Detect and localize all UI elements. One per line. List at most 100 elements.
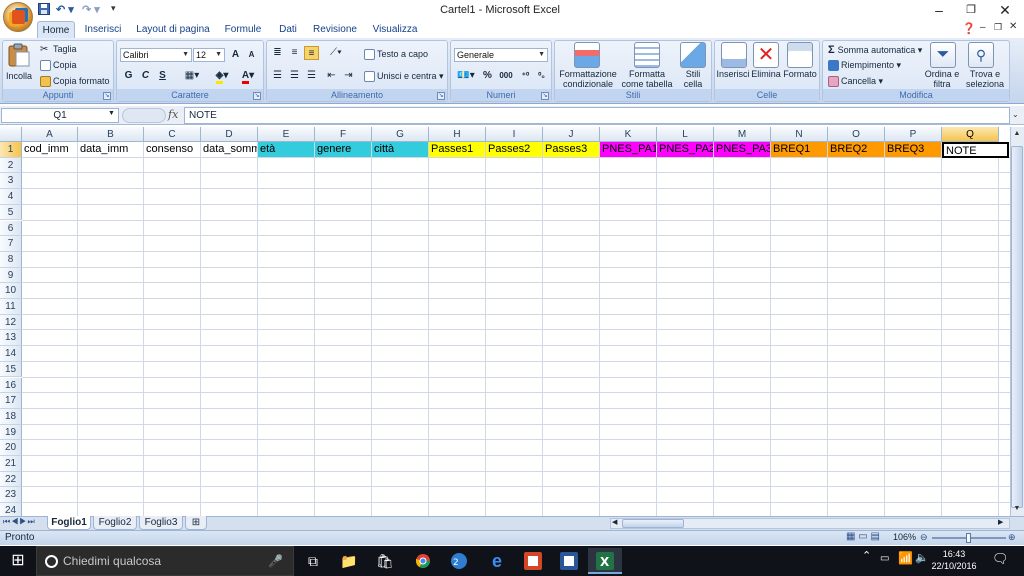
store-icon[interactable]: 🛍 bbox=[368, 548, 402, 574]
sort-filter-button[interactable]: Ordina e filtra bbox=[922, 69, 962, 89]
microphone-icon[interactable]: 🎤 bbox=[268, 547, 283, 575]
tab-home[interactable]: Home bbox=[37, 21, 75, 38]
row-header[interactable]: 5 bbox=[0, 204, 22, 221]
ribbon-restore-icon[interactable]: ❐ bbox=[994, 22, 1002, 33]
increase-decimal-icon[interactable]: ⁺⁰ bbox=[518, 69, 533, 83]
office-button[interactable] bbox=[3, 2, 33, 32]
tab-dati[interactable]: Dati bbox=[275, 21, 301, 38]
customize-qat-icon[interactable]: ▾ bbox=[111, 3, 116, 17]
fill-button[interactable]: Riempimento ▾ bbox=[828, 60, 901, 72]
column-header[interactable]: J bbox=[543, 127, 600, 142]
shrink-font-icon[interactable]: A bbox=[244, 48, 259, 62]
tab-visualizza[interactable]: Visualizza bbox=[370, 21, 420, 38]
fill-color-icon[interactable]: ◈▾ bbox=[210, 69, 234, 84]
allineamento-launcher-icon[interactable]: ↘ bbox=[437, 92, 445, 100]
app-icon[interactable]: 2 bbox=[442, 548, 476, 574]
excel-taskbar-icon[interactable]: X bbox=[588, 548, 622, 574]
column-header[interactable]: G bbox=[372, 127, 429, 142]
row-header[interactable]: 24 bbox=[0, 503, 22, 516]
align-left-icon[interactable]: ☰ bbox=[270, 69, 285, 83]
autosum-button[interactable]: Σ Somma automatica ▾ bbox=[828, 44, 922, 56]
header-cell[interactable]: consenso bbox=[144, 142, 201, 158]
row-header[interactable]: 20 bbox=[0, 440, 22, 456]
name-box[interactable]: Q1 bbox=[1, 108, 119, 123]
horizontal-scroll-thumb[interactable] bbox=[622, 519, 684, 528]
row-header[interactable]: 18 bbox=[0, 408, 22, 425]
scroll-right-icon[interactable]: ▶ bbox=[998, 518, 1003, 526]
header-cell[interactable]: età bbox=[258, 142, 315, 158]
header-cell[interactable]: genere bbox=[315, 142, 372, 158]
view-normal-icon[interactable]: ▦ ▭ ▤ bbox=[846, 531, 880, 542]
sheet-tab-foglio2[interactable]: Foglio2 bbox=[93, 516, 137, 530]
column-header[interactable]: Q bbox=[942, 127, 999, 142]
row-header[interactable]: 15 bbox=[0, 361, 22, 378]
orientation-icon[interactable]: ⟋▾ bbox=[324, 46, 348, 60]
scroll-left-icon[interactable]: ◀ bbox=[612, 518, 617, 526]
underline-button[interactable]: S bbox=[155, 69, 170, 83]
row-header[interactable]: 7 bbox=[0, 236, 22, 252]
header-cell[interactable]: PNES_PA1 bbox=[600, 142, 657, 158]
chrome-icon[interactable] bbox=[406, 548, 440, 574]
battery-icon[interactable]: ▭ bbox=[880, 553, 889, 564]
paste-button[interactable]: Incolla bbox=[6, 42, 34, 81]
row-header[interactable]: 8 bbox=[0, 251, 22, 268]
header-cell[interactable]: città bbox=[372, 142, 429, 158]
row-header[interactable]: 17 bbox=[0, 393, 22, 409]
row-header[interactable]: 21 bbox=[0, 456, 22, 472]
cortana-search-box[interactable]: Chiedimi qualcosa 🎤 bbox=[36, 546, 294, 576]
row-header[interactable]: 14 bbox=[0, 346, 22, 362]
row-header[interactable]: 23 bbox=[0, 487, 22, 504]
sheet-nav-icons[interactable]: ⏮◀▶⏭ bbox=[3, 517, 36, 527]
column-header[interactable]: E bbox=[258, 127, 315, 142]
row-header[interactable]: 11 bbox=[0, 299, 22, 315]
minimize-icon[interactable]: – bbox=[924, 1, 954, 19]
column-header[interactable]: H bbox=[429, 127, 486, 142]
percent-button[interactable]: % bbox=[480, 69, 495, 83]
header-cell[interactable]: BREQ3 bbox=[885, 142, 942, 158]
font-name-select[interactable]: Calibri ▼ bbox=[120, 48, 192, 62]
row-header[interactable]: 22 bbox=[0, 471, 22, 488]
column-header[interactable]: L bbox=[657, 127, 714, 142]
column-header[interactable]: D bbox=[201, 127, 258, 142]
align-middle-icon[interactable]: ≡ bbox=[287, 46, 302, 60]
column-header[interactable]: P bbox=[885, 127, 942, 142]
redo-icon[interactable]: ↷ ▾ bbox=[82, 3, 100, 17]
align-center-icon[interactable]: ☰ bbox=[287, 69, 302, 83]
notification-icon[interactable]: 🗨 bbox=[992, 551, 1009, 567]
appunti-launcher-icon[interactable]: ↘ bbox=[103, 92, 111, 100]
tab-formule[interactable]: Formule bbox=[222, 21, 264, 38]
bold-button[interactable]: G bbox=[121, 69, 136, 83]
powerpoint-icon[interactable] bbox=[516, 548, 550, 574]
row-header[interactable]: 6 bbox=[0, 220, 22, 237]
header-cell[interactable]: Passes1 bbox=[429, 142, 486, 158]
taskbar-clock[interactable]: 16:43 22/10/2016 bbox=[930, 548, 978, 572]
row-header[interactable]: 19 bbox=[0, 424, 22, 441]
header-cell[interactable]: PNES_PA3 bbox=[714, 142, 771, 158]
tab-revisione[interactable]: Revisione bbox=[312, 21, 358, 38]
network-icon[interactable]: 📶 bbox=[898, 551, 913, 565]
row-header[interactable]: 10 bbox=[0, 283, 22, 299]
tab-inserisci[interactable]: Inserisci bbox=[82, 21, 124, 38]
thousands-button[interactable]: 000 bbox=[497, 69, 515, 83]
sheet-tab-foglio3[interactable]: Foglio3 bbox=[139, 516, 183, 530]
header-cell[interactable]: Passes3 bbox=[543, 142, 600, 158]
ribbon-minimize-icon[interactable]: – bbox=[980, 22, 986, 33]
word-icon[interactable] bbox=[552, 548, 586, 574]
header-cell[interactable]: BREQ2 bbox=[828, 142, 885, 158]
clear-button[interactable]: Cancella ▾ bbox=[828, 76, 883, 88]
restore-icon[interactable]: ❐ bbox=[956, 1, 986, 19]
task-view-icon[interactable]: ⧉ bbox=[296, 548, 330, 574]
column-header[interactable]: C bbox=[144, 127, 201, 142]
decrease-indent-icon[interactable]: ⇤ bbox=[324, 69, 339, 83]
tab-layout[interactable]: Layout di pagina bbox=[135, 21, 211, 38]
zoom-level[interactable]: 106% bbox=[893, 532, 916, 542]
header-cell[interactable]: NOTE bbox=[942, 142, 1009, 158]
insert-function-button[interactable]: fx bbox=[168, 108, 178, 121]
tray-up-icon[interactable]: ⌃ bbox=[862, 549, 871, 562]
delete-button[interactable]: Elimina bbox=[750, 69, 782, 79]
carattere-launcher-icon[interactable]: ↘ bbox=[253, 92, 261, 100]
cell-styles-button[interactable]: Stili cella bbox=[676, 69, 710, 89]
column-header[interactable]: B bbox=[78, 127, 144, 142]
file-explorer-icon[interactable]: 📁 bbox=[332, 548, 366, 574]
increase-indent-icon[interactable]: ⇥ bbox=[341, 69, 356, 83]
